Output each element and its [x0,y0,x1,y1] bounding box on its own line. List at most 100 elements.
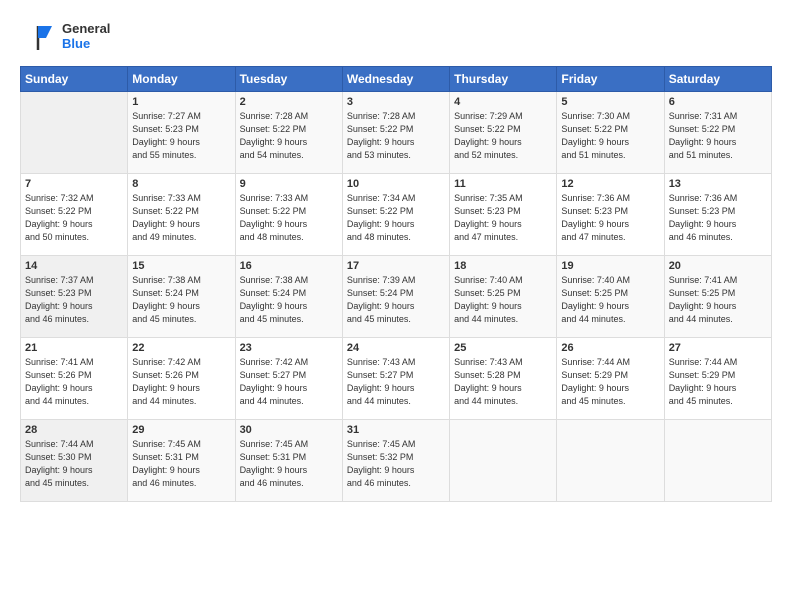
day-number: 16 [240,260,338,272]
day-number: 8 [132,178,230,190]
calendar-page: GeneralBlue SundayMondayTuesdayWednesday… [0,0,792,612]
calendar-cell [664,420,771,502]
calendar-cell: 27 Sunrise: 7:44 AMSunset: 5:29 PMDayligh… [664,338,771,420]
day-number: 23 [240,342,338,354]
day-info: Sunrise: 7:43 AMSunset: 5:27 PMDaylight:… [347,356,445,408]
col-header-sunday: Sunday [21,67,128,92]
calendar-cell: 28 Sunrise: 7:44 AMSunset: 5:30 PMDayligh… [21,420,128,502]
day-number: 17 [347,260,445,272]
week-row-5: 28 Sunrise: 7:44 AMSunset: 5:30 PMDayligh… [21,420,772,502]
day-number: 4 [454,96,552,108]
day-info: Sunrise: 7:28 AMSunset: 5:22 PMDaylight:… [347,110,445,162]
calendar-cell: 9 Sunrise: 7:33 AMSunset: 5:22 PMDaylight… [235,174,342,256]
calendar-cell: 3 Sunrise: 7:28 AMSunset: 5:22 PMDaylight… [342,92,449,174]
calendar-cell: 12 Sunrise: 7:36 AMSunset: 5:23 PMDayligh… [557,174,664,256]
logo-text-block: GeneralBlue [62,22,110,52]
day-info: Sunrise: 7:39 AMSunset: 5:24 PMDaylight:… [347,274,445,326]
day-info: Sunrise: 7:41 AMSunset: 5:26 PMDaylight:… [25,356,123,408]
day-info: Sunrise: 7:40 AMSunset: 5:25 PMDaylight:… [454,274,552,326]
day-info: Sunrise: 7:38 AMSunset: 5:24 PMDaylight:… [132,274,230,326]
col-header-monday: Monday [128,67,235,92]
day-info: Sunrise: 7:44 AMSunset: 5:30 PMDaylight:… [25,438,123,490]
day-info: Sunrise: 7:36 AMSunset: 5:23 PMDaylight:… [669,192,767,244]
calendar-cell: 16 Sunrise: 7:38 AMSunset: 5:24 PMDayligh… [235,256,342,338]
col-header-thursday: Thursday [450,67,557,92]
calendar-cell: 14 Sunrise: 7:37 AMSunset: 5:23 PMDayligh… [21,256,128,338]
day-number: 9 [240,178,338,190]
header: GeneralBlue [20,18,772,56]
calendar-cell: 20Sunrise: 7:41 AMSunset: 5:25 PMDayligh… [664,256,771,338]
calendar-cell: 26Sunrise: 7:44 AMSunset: 5:29 PMDayligh… [557,338,664,420]
calendar-cell [21,92,128,174]
calendar-cell: 6Sunrise: 7:31 AMSunset: 5:22 PMDaylight… [664,92,771,174]
day-number: 18 [454,260,552,272]
calendar-cell: 4 Sunrise: 7:29 AMSunset: 5:22 PMDaylight… [450,92,557,174]
day-info: Sunrise: 7:30 AMSunset: 5:22 PMDaylight:… [561,110,659,162]
day-info: Sunrise: 7:42 AMSunset: 5:27 PMDaylight:… [240,356,338,408]
day-info: Sunrise: 7:38 AMSunset: 5:24 PMDaylight:… [240,274,338,326]
day-number: 19 [561,260,659,272]
calendar-cell: 29 Sunrise: 7:45 AMSunset: 5:31 PMDayligh… [128,420,235,502]
day-info: Sunrise: 7:45 AMSunset: 5:31 PMDaylight:… [132,438,230,490]
calendar-cell: 8 Sunrise: 7:33 AMSunset: 5:22 PMDaylight… [128,174,235,256]
day-info: Sunrise: 7:28 AMSunset: 5:22 PMDaylight:… [240,110,338,162]
col-header-friday: Friday [557,67,664,92]
day-number: 5 [561,96,659,108]
calendar-cell [450,420,557,502]
day-info: Sunrise: 7:44 AMSunset: 5:29 PMDaylight:… [561,356,659,408]
day-number: 3 [347,96,445,108]
calendar-cell: 23 Sunrise: 7:42 AMSunset: 5:27 PMDayligh… [235,338,342,420]
logo-blue-text: Blue [62,37,110,52]
day-number: 14 [25,260,123,272]
week-row-2: 7Sunrise: 7:32 AMSunset: 5:22 PMDaylight… [21,174,772,256]
logo: GeneralBlue [20,18,110,56]
logo-svg [20,18,58,56]
day-number: 15 [132,260,230,272]
calendar-cell: 19 Sunrise: 7:40 AMSunset: 5:25 PMDayligh… [557,256,664,338]
col-header-wednesday: Wednesday [342,67,449,92]
week-row-3: 14 Sunrise: 7:37 AMSunset: 5:23 PMDayligh… [21,256,772,338]
day-info: Sunrise: 7:43 AMSunset: 5:28 PMDaylight:… [454,356,552,408]
day-number: 27 [669,342,767,354]
calendar-cell: 11 Sunrise: 7:35 AMSunset: 5:23 PMDayligh… [450,174,557,256]
day-number: 12 [561,178,659,190]
calendar-cell [557,420,664,502]
day-number: 10 [347,178,445,190]
day-info: Sunrise: 7:44 AMSunset: 5:29 PMDaylight:… [669,356,767,408]
day-number: 2 [240,96,338,108]
calendar-cell: 13Sunrise: 7:36 AMSunset: 5:23 PMDayligh… [664,174,771,256]
calendar-table: SundayMondayTuesdayWednesdayThursdayFrid… [20,66,772,502]
week-row-1: 1Sunrise: 7:27 AMSunset: 5:23 PMDaylight… [21,92,772,174]
day-number: 7 [25,178,123,190]
day-number: 24 [347,342,445,354]
day-number: 11 [454,178,552,190]
calendar-cell: 24 Sunrise: 7:43 AMSunset: 5:27 PMDayligh… [342,338,449,420]
day-number: 1 [132,96,230,108]
day-info: Sunrise: 7:33 AMSunset: 5:22 PMDaylight:… [132,192,230,244]
day-number: 29 [132,424,230,436]
day-info: Sunrise: 7:34 AMSunset: 5:22 PMDaylight:… [347,192,445,244]
day-info: Sunrise: 7:37 AMSunset: 5:23 PMDaylight:… [25,274,123,326]
week-row-4: 21 Sunrise: 7:41 AMSunset: 5:26 PMDayligh… [21,338,772,420]
day-info: Sunrise: 7:33 AMSunset: 5:22 PMDaylight:… [240,192,338,244]
day-number: 28 [25,424,123,436]
day-info: Sunrise: 7:36 AMSunset: 5:23 PMDaylight:… [561,192,659,244]
day-number: 30 [240,424,338,436]
calendar-cell: 21 Sunrise: 7:41 AMSunset: 5:26 PMDayligh… [21,338,128,420]
day-info: Sunrise: 7:29 AMSunset: 5:22 PMDaylight:… [454,110,552,162]
day-number: 21 [25,342,123,354]
calendar-cell: 7Sunrise: 7:32 AMSunset: 5:22 PMDaylight… [21,174,128,256]
calendar-cell: 17 Sunrise: 7:39 AMSunset: 5:24 PMDayligh… [342,256,449,338]
col-header-saturday: Saturday [664,67,771,92]
day-info: Sunrise: 7:42 AMSunset: 5:26 PMDaylight:… [132,356,230,408]
day-number: 25 [454,342,552,354]
calendar-cell: 18 Sunrise: 7:40 AMSunset: 5:25 PMDayligh… [450,256,557,338]
day-info: Sunrise: 7:40 AMSunset: 5:25 PMDaylight:… [561,274,659,326]
calendar-cell: 31Sunrise: 7:45 AMSunset: 5:32 PMDayligh… [342,420,449,502]
day-info: Sunrise: 7:31 AMSunset: 5:22 PMDaylight:… [669,110,767,162]
day-info: Sunrise: 7:41 AMSunset: 5:25 PMDaylight:… [669,274,767,326]
day-info: Sunrise: 7:35 AMSunset: 5:23 PMDaylight:… [454,192,552,244]
header-row: SundayMondayTuesdayWednesdayThursdayFrid… [21,67,772,92]
day-number: 22 [132,342,230,354]
calendar-cell: 25 Sunrise: 7:43 AMSunset: 5:28 PMDayligh… [450,338,557,420]
